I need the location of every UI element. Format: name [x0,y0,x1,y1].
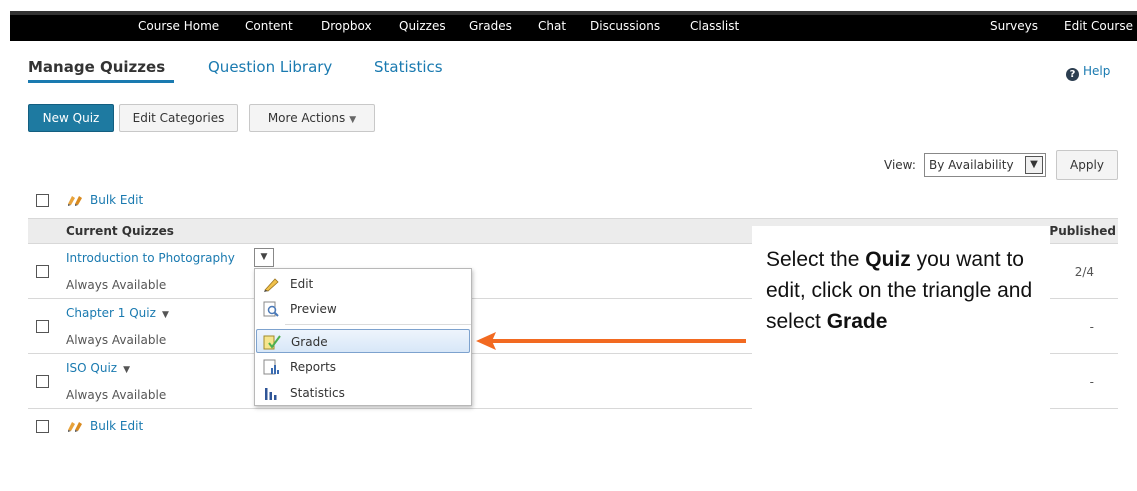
grade-icon [263,335,281,350]
more-actions-label: More Actions [267,111,346,125]
view-label: View: [884,158,916,172]
published-count: 2/4 [1074,265,1094,279]
nav-classlist[interactable]: Classlist [690,19,739,33]
menu-item-label: Edit [290,277,314,291]
nav-chat[interactable]: Chat [538,19,566,33]
edit-categories-button[interactable]: Edit Categories [119,104,238,132]
active-tab-indicator [28,80,174,83]
row-checkbox[interactable] [36,320,49,333]
nav-dropbox[interactable]: Dropbox [321,19,372,33]
callout-grade: Grade [826,310,888,333]
nav-quizzes[interactable]: Quizzes [399,19,446,33]
bulk-edit-icon [68,196,82,206]
availability-text: Always Available [66,278,167,292]
bulk-edit-label: Bulk Edit [90,193,144,207]
new-quiz-button[interactable]: New Quiz [28,104,114,132]
nav-surveys[interactable]: Surveys [990,19,1038,33]
quiz-context-menu-trigger[interactable]: ▼ [254,248,274,267]
chevron-down-icon[interactable]: ▼ [162,310,169,320]
pencil-icon [264,278,279,292]
select-all-checkbox-bottom[interactable] [36,420,49,433]
statistics-icon [265,388,277,400]
nav-course-home[interactable]: Course Home [138,19,219,33]
menu-item-label: Reports [290,360,337,374]
chevron-down-icon: ▼ [1025,156,1043,174]
bulk-edit-icon [68,422,82,432]
help-icon: ? [1066,68,1079,81]
availability-text: Always Available [66,333,167,347]
bulk-edit-link-top[interactable]: Bulk Edit [66,192,143,207]
published-count: - [1089,320,1094,334]
published-count: - [1089,375,1094,389]
callout-quiz: Quiz [865,248,911,271]
menu-separator [285,324,471,325]
help-label: Help [1083,64,1111,78]
view-select[interactable]: By Availability ▼ [924,153,1046,177]
view-select-value: By Availability [929,158,1014,172]
tab-statistics[interactable]: Statistics [374,58,443,76]
more-actions-button[interactable]: More Actions ▼ [249,104,375,132]
menu-item-label: Grade [291,335,328,349]
navbar-strip: Course Home Content Dropbox Quizzes Grad… [10,11,1137,41]
row-checkbox[interactable] [36,265,49,278]
nav-content[interactable]: Content [245,19,293,33]
availability-text: Always Available [66,388,167,402]
quiz-link[interactable]: ISO Quiz ▼ [66,361,130,375]
quiz-link[interactable]: Introduction to Photography [66,251,235,265]
pointer-arrow [476,332,746,350]
quiz-link-label: Chapter 1 Quiz [66,306,156,320]
instruction-callout: Select the Quiz you want to edit, click … [752,226,1050,449]
chevron-down-icon: ▼ [349,115,357,125]
menu-item-label: Preview [290,302,337,316]
select-all-checkbox[interactable] [36,194,49,207]
quiz-link-label: ISO Quiz [66,361,118,375]
nav-discussions[interactable]: Discussions [590,19,660,33]
nav-edit-course[interactable]: Edit Course [1064,19,1133,33]
preview-icon [263,301,279,317]
current-quizzes-header: Current Quizzes [66,224,174,238]
published-header: Published [1049,224,1116,238]
menu-item-statistics[interactable]: Statistics [256,381,470,405]
menu-item-label: Statistics [290,386,345,400]
help-link[interactable]: ? Help [1066,64,1110,81]
tab-question-library[interactable]: Question Library [208,58,332,76]
bulk-edit-label: Bulk Edit [90,419,144,433]
chevron-down-icon[interactable]: ▼ [123,365,130,375]
menu-item-edit[interactable]: Edit [256,272,470,296]
menu-item-grade[interactable]: Grade [256,329,470,353]
tab-manage-quizzes[interactable]: Manage Quizzes [28,58,165,76]
top-navbar: Course Home Content Dropbox Quizzes Grad… [0,0,1137,48]
nav-grades[interactable]: Grades [469,19,512,33]
quiz-context-menu: Edit Preview Grade Reports Statistics [254,268,472,406]
row-checkbox[interactable] [36,375,49,388]
menu-item-reports[interactable]: Reports [256,355,470,379]
menu-item-preview[interactable]: Preview [256,297,470,321]
bulk-edit-link-bottom[interactable]: Bulk Edit [66,418,143,433]
apply-button[interactable]: Apply [1056,150,1118,180]
quiz-link[interactable]: Chapter 1 Quiz ▼ [66,306,169,320]
reports-icon [263,359,279,375]
callout-text-1: Select the [766,248,866,271]
